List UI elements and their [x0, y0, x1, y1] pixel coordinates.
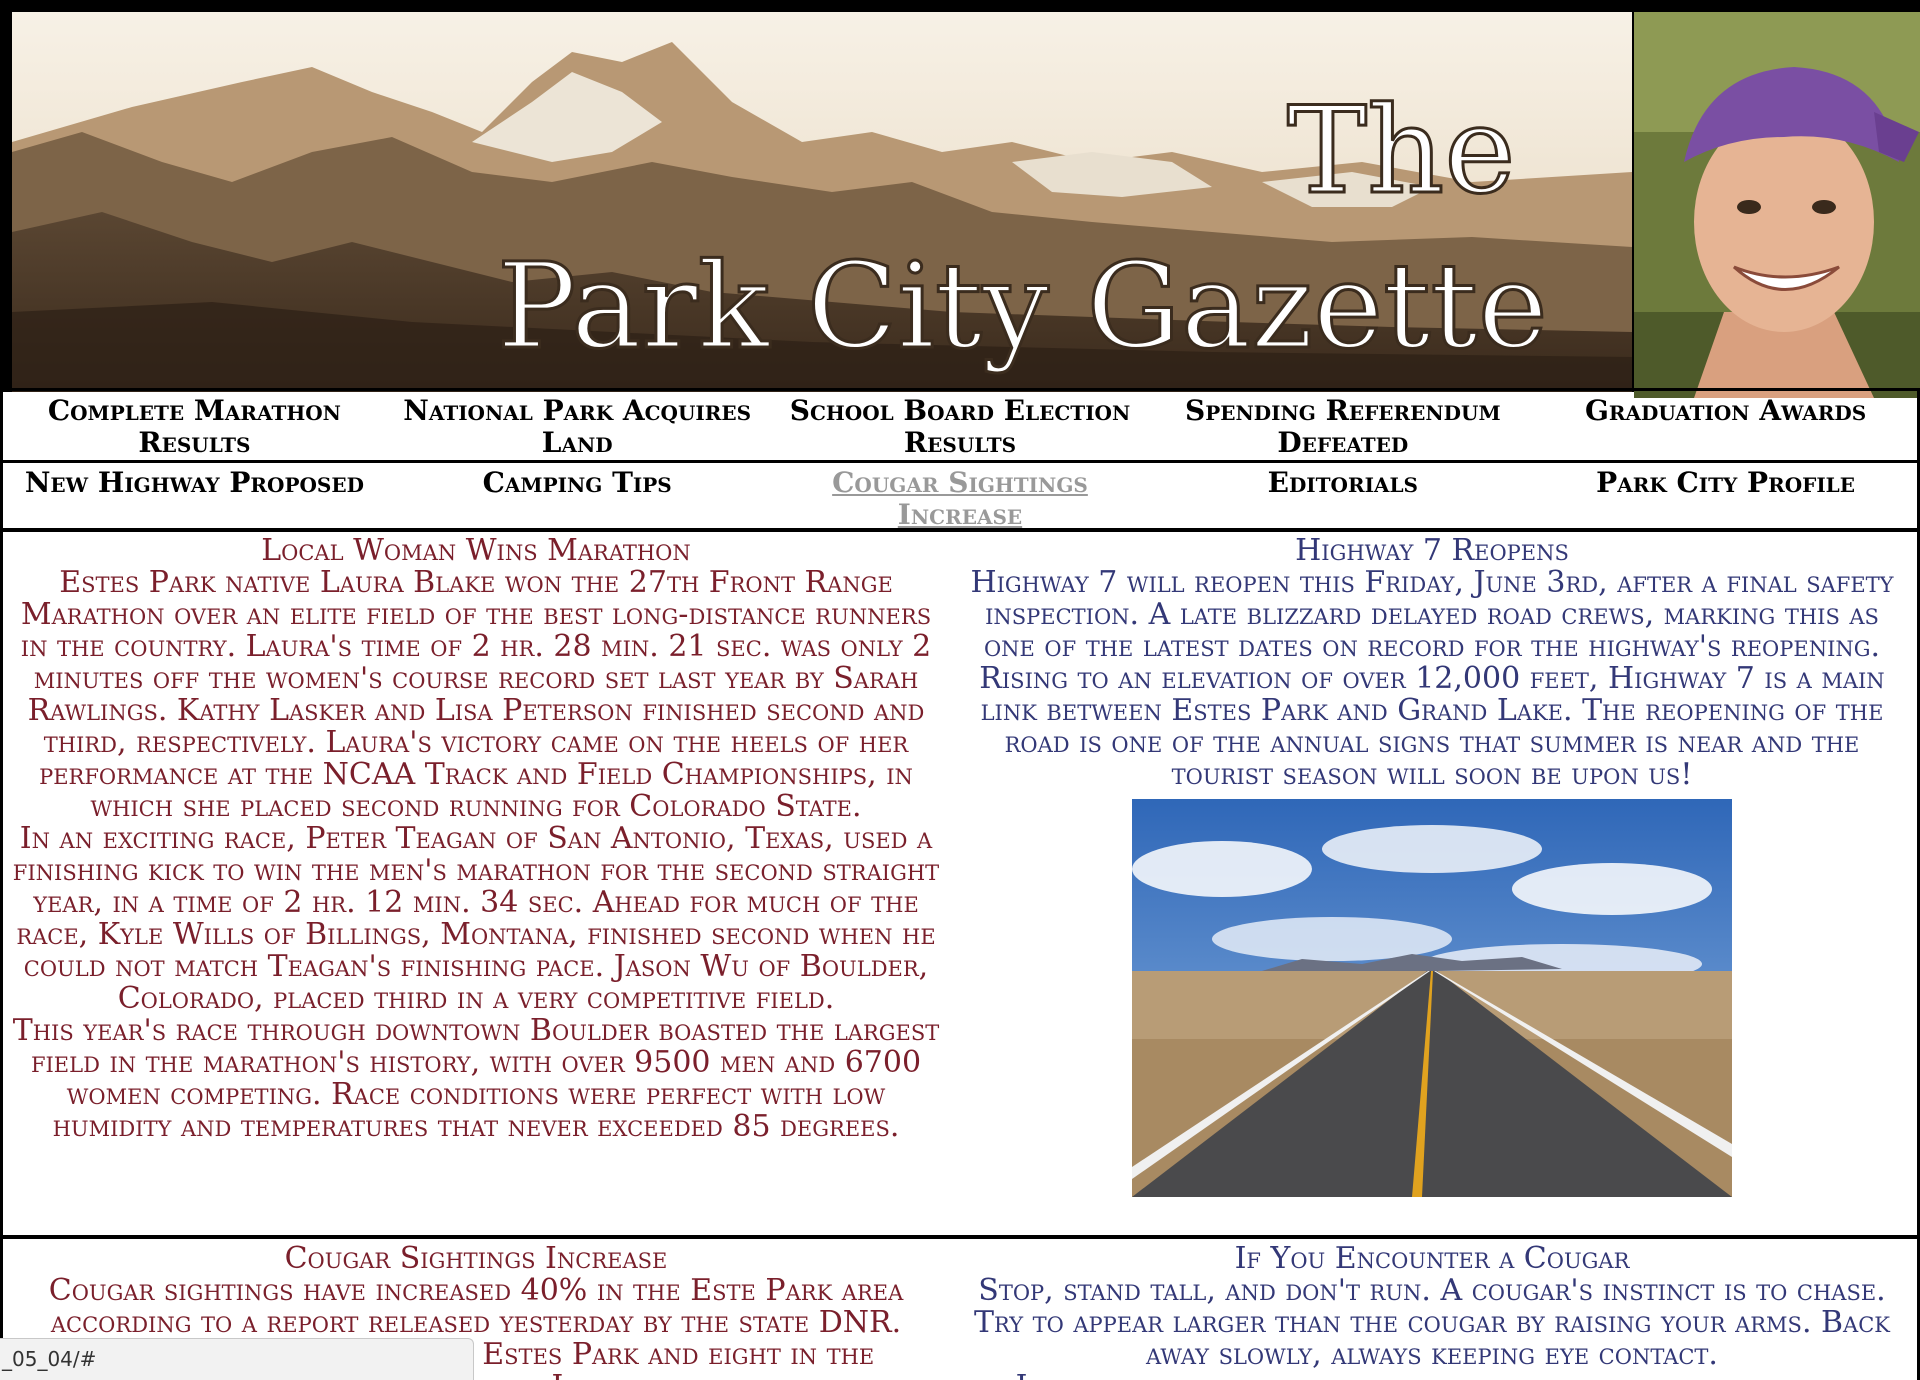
- browser-status-url: _05_04/#: [0, 1338, 474, 1380]
- article-paragraph: Rising to an elevation of over 12,000 fe…: [979, 661, 1885, 792]
- nav-link-camping-tips[interactable]: Camping Tips: [386, 463, 769, 531]
- masthead-banner: The Park City Gazette: [0, 0, 1920, 398]
- article-marathon: Local Woman Wins Marathon Estes Park nat…: [11, 531, 941, 1235]
- article-title: Highway 7 Reopens: [1295, 533, 1569, 568]
- article-paragraph: Estes Park native Laura Blake won the 27…: [20, 565, 932, 824]
- article-cougar-encounter: If You Encounter a Cougar Stop, stand ta…: [955, 1239, 1909, 1380]
- nav-link-complete-marathon-results[interactable]: Complete Marathon Results: [3, 391, 386, 460]
- nav-row: Complete Marathon Results National Park …: [3, 391, 1917, 463]
- nav-link-park-city-profile[interactable]: Park City Profile: [1534, 463, 1917, 531]
- article-title: If You Encounter a Cougar: [1234, 1241, 1630, 1276]
- highway-road-image: [1132, 799, 1732, 1197]
- article-paragraph: Stop, stand tall, and don't run. A couga…: [974, 1273, 1890, 1372]
- nav-link-graduation-awards[interactable]: Graduation Awards: [1534, 391, 1917, 460]
- article-highway: Highway 7 Reopens Highway 7 will reopen …: [955, 531, 1909, 1235]
- nav-link-national-park-acquires-land[interactable]: National Park Acquires Land: [386, 391, 769, 460]
- nav-link-school-board-election-results[interactable]: School Board Election Results: [769, 391, 1152, 460]
- article-paragraph: In an exciting race, Peter Teagan of San…: [12, 821, 940, 1016]
- article-paragraph: This year's race through downtown Boulde…: [12, 1013, 940, 1144]
- nav-link-cougar-sightings-increase[interactable]: Cougar Sightings Increase: [769, 463, 1152, 531]
- nav-link-editorials[interactable]: Editorials: [1151, 463, 1534, 531]
- article-paragraph: If the cougar displays aggressive behavi…: [955, 1371, 1909, 1380]
- article-title: Local Woman Wins Marathon: [261, 533, 691, 568]
- article-title: Cougar Sightings Increase: [284, 1241, 668, 1276]
- mountain-banner-image: The Park City Gazette: [12, 12, 1632, 392]
- articles-row: Local Woman Wins Marathon Estes Park nat…: [0, 528, 1920, 1238]
- nav-link-spending-referendum-defeated[interactable]: Spending Referendum Defeated: [1151, 391, 1534, 460]
- masthead-the-text: The: [1287, 82, 1515, 221]
- article-paragraph: Highway 7 will reopen this Friday, June …: [970, 565, 1894, 664]
- section-navigation: Complete Marathon Results National Park …: [0, 388, 1920, 532]
- profile-portrait-image: [1634, 12, 1920, 398]
- nav-row: New Highway Proposed Camping Tips Cougar…: [3, 463, 1917, 531]
- masthead-title-text: Park City Gazette: [497, 237, 1548, 375]
- nav-link-new-highway-proposed[interactable]: New Highway Proposed: [3, 463, 386, 531]
